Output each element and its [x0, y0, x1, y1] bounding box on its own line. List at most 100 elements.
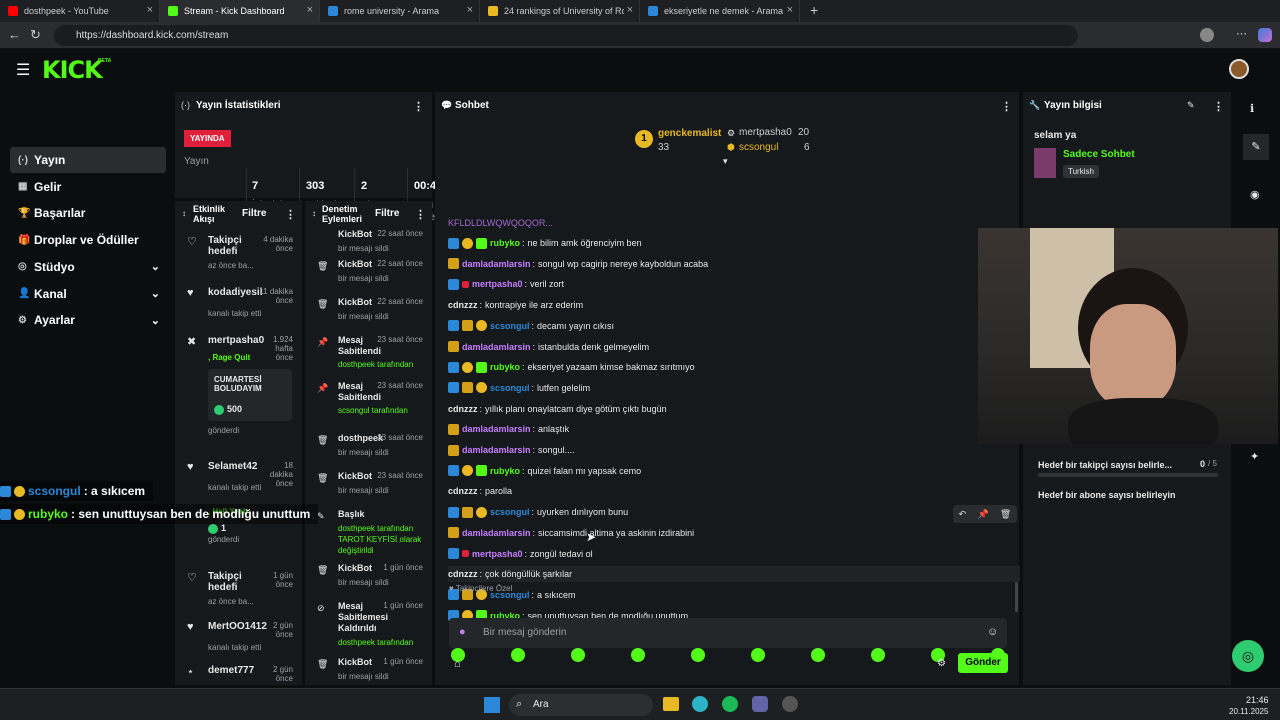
chat-username[interactable]: scsongul [490, 507, 530, 517]
browser-tab[interactable]: Stream - Kick Dashboard × [160, 0, 320, 22]
windows-start-icon[interactable] [484, 697, 500, 713]
leader-3-name[interactable]: scsongul [739, 142, 778, 153]
profile-avatar-icon[interactable] [1200, 28, 1214, 42]
expand-leaderboard-icon[interactable]: ▾ [723, 156, 728, 167]
browser-tab[interactable]: rome university - Arama × [320, 0, 480, 22]
extensions-icon[interactable]: ✦ [1250, 450, 1259, 463]
menu-icon[interactable]: ☰ [16, 60, 30, 80]
chat-message[interactable]: damladamlarsin: songul wp cagirip nereye … [448, 256, 708, 272]
emote-icon[interactable] [811, 648, 825, 662]
kick-logo[interactable]: KICK [42, 56, 103, 84]
chevron-down-icon[interactable]: ⌄ [151, 314, 160, 327]
edge-icon[interactable] [692, 696, 708, 712]
moderation-more-icon[interactable]: ⋮ [415, 208, 426, 221]
moderation-name[interactable]: KickBot [338, 657, 372, 667]
teams-icon[interactable] [752, 696, 768, 712]
back-icon[interactable]: ← [8, 27, 21, 42]
browser-tab[interactable]: 24 rankings of University of Rome× [480, 0, 640, 22]
follower-goal-label[interactable]: Hedef bir takipçi sayısı belirle... [1038, 460, 1172, 470]
chat-message[interactable]: rubyko: ekseriyet yazaam kimse bakmaz sır… [448, 359, 695, 375]
leader-2-name[interactable]: mertpasha0 [739, 127, 792, 138]
chat-message[interactable]: cdnzzz: parolla [448, 483, 512, 499]
chat-message[interactable]: damladamlarsin: istanbulda denk gelmeyeli… [448, 339, 649, 355]
chat-more-icon[interactable]: ⋮ [1001, 100, 1012, 113]
chat-message[interactable]: mertpasha0: zongül tedavi ol [448, 546, 593, 562]
chat-message[interactable]: scsongul: decamı yayın cıkısı [448, 318, 614, 334]
activity-filter-button[interactable]: Filtre [242, 208, 266, 219]
chat-message[interactable]: rubyko: quizei falan mı yapsak cemo [448, 463, 641, 479]
chat-message[interactable]: scsongul: lutfen gelelim [448, 380, 590, 396]
chevron-down-icon[interactable]: ⌄ [151, 287, 160, 300]
edit-icon[interactable]: ✎ [1187, 100, 1195, 111]
chat-message[interactable]: scsongul: uyurken dınlıyom bunu [448, 504, 628, 520]
emote-icon[interactable] [571, 648, 585, 662]
chat-scrollbar[interactable] [1015, 582, 1018, 612]
moderation-name[interactable]: KickBot [338, 259, 372, 269]
chat-username[interactable]: rubyko [490, 238, 520, 248]
chat-message[interactable]: damladamlarsin: siccamsimdi altima ya ask… [448, 525, 694, 541]
emote-icon[interactable] [511, 648, 525, 662]
chat-message[interactable]: damladamlarsin: songul.... [448, 442, 575, 458]
sub-goal-label[interactable]: Hedef bir abone sayısı belirleyin [1038, 490, 1176, 500]
activity-name[interactable]: Takipçi hedefi [208, 235, 263, 257]
file-explorer-icon[interactable] [663, 697, 679, 711]
tab-close-icon[interactable]: × [467, 4, 473, 16]
taskbar-search[interactable]: ⌕ Ara [509, 694, 653, 716]
spotify-icon[interactable] [722, 696, 738, 712]
activity-name[interactable]: kodadiyesil [208, 287, 263, 298]
sidebar-item-2[interactable]: 🏆 Başarılar [10, 200, 166, 226]
activity-more-icon[interactable]: ⋮ [285, 208, 296, 221]
chat-username[interactable]: damladamlarsin [462, 342, 531, 352]
tab-close-icon[interactable]: × [147, 4, 153, 16]
moderation-name[interactable]: Mesaj Sabitlendi [338, 381, 381, 403]
pencil-tool-icon[interactable]: ✎ [1243, 134, 1269, 160]
browser-tab[interactable]: dosthpeek - YouTube × [0, 0, 160, 22]
chevron-down-icon[interactable]: ⌄ [151, 260, 160, 273]
chat-message[interactable]: rubyko: ne bilim amk öğrenciyim ben [448, 235, 642, 251]
stats-more-icon[interactable]: ⋮ [413, 100, 424, 113]
chat-username[interactable]: rubyko [490, 466, 520, 476]
microphone-icon[interactable]: ● [459, 626, 466, 638]
moderation-name[interactable]: KickBot [338, 229, 372, 239]
sidebar-item-3[interactable]: 🎁 Droplar ve Ödüller [10, 227, 166, 253]
chat-settings-icon[interactable]: ⚙ [937, 658, 946, 669]
chat-username[interactable]: mertpasha0 [472, 279, 523, 289]
user-avatar[interactable] [1229, 59, 1249, 79]
emote-icon[interactable] [871, 648, 885, 662]
sidebar-item-0[interactable]: (·) Yayın [10, 147, 166, 173]
delete-icon[interactable]: 🗑 [1000, 509, 1011, 520]
chat-username[interactable]: mertpasha0 [472, 549, 523, 559]
chat-message[interactable]: cdnzzz: kontrapiye ile arz ederim [448, 297, 583, 313]
chat-input-box[interactable]: ● Bir mesaj gönderin ☺ [449, 618, 1007, 648]
emote-icon[interactable] [751, 648, 765, 662]
sidebar-item-1[interactable]: ▦ Gelir [10, 174, 166, 200]
more-icon[interactable]: ⋯ [1236, 27, 1247, 40]
activity-name[interactable]: Selamet42 [208, 461, 263, 472]
moderation-name[interactable]: Mesaj Sabitlemesi Kaldırıldı [338, 601, 388, 634]
moderation-name[interactable]: KickBot [338, 471, 372, 481]
tab-close-icon[interactable]: × [627, 4, 633, 16]
chat-username[interactable]: scsongul [490, 383, 530, 393]
chat-username[interactable]: damladamlarsin [462, 259, 531, 269]
chat-username[interactable]: cdnzzz [448, 404, 478, 414]
chat-username[interactable]: damladamlarsin [462, 528, 531, 538]
chat-username[interactable]: cdnzzz [448, 569, 478, 579]
refresh-icon[interactable]: ↻ [30, 27, 41, 43]
url-input[interactable]: https://dashboard.kick.com/stream [54, 25, 1078, 46]
obs-icon[interactable] [782, 696, 798, 712]
chat-message[interactable]: damladamlarsin: anlaştık [448, 421, 569, 437]
support-chat-icon[interactable]: ◎ [1232, 640, 1264, 672]
activity-name[interactable]: demet777 [208, 665, 263, 676]
sidebar-item-6[interactable]: ⚙ Ayarlar ⌄ [10, 307, 166, 333]
chat-message[interactable]: mertpasha0: veril zort [448, 276, 564, 292]
moderation-name[interactable]: KickBot [338, 297, 372, 307]
category-name[interactable]: Sadece Sohbet [1063, 149, 1135, 160]
pin-icon[interactable]: 📌 [977, 509, 988, 520]
chat-input[interactable]: Bir mesaj gönderin [483, 627, 566, 638]
chat-username[interactable]: cdnzzz [448, 486, 478, 496]
shop-icon[interactable]: ⌂ [454, 658, 461, 670]
copilot-icon[interactable] [1258, 28, 1272, 42]
emote-icon[interactable] [631, 648, 645, 662]
chat-username[interactable]: damladamlarsin [462, 424, 531, 434]
activity-name[interactable]: mertpasha0 [208, 335, 264, 346]
